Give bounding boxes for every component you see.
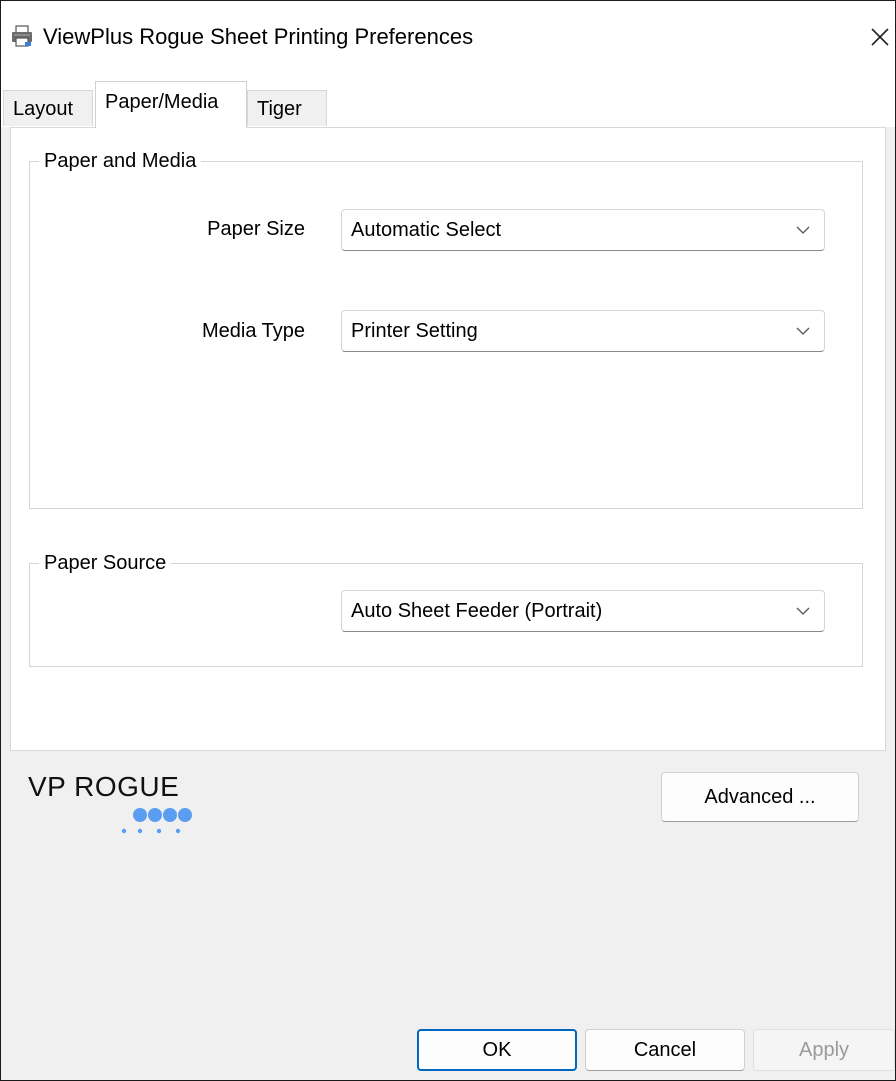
close-icon[interactable]: [861, 15, 895, 55]
ok-button[interactable]: OK: [417, 1029, 577, 1071]
chevron-down-icon: [796, 607, 810, 615]
window-title: ViewPlus Rogue Sheet Printing Preference…: [43, 24, 474, 49]
paper-source-dropdown[interactable]: Auto Sheet Feeder (Portrait): [341, 590, 825, 632]
printer-icon: [12, 25, 32, 47]
paper-size-label: Paper Size: [207, 218, 305, 240]
printing-preferences-dialog: ViewPlus Rogue Sheet Printing Preference…: [0, 0, 896, 1081]
logo-dots-icon: [121, 808, 192, 834]
paper-source-value: Auto Sheet Feeder (Portrait): [351, 600, 603, 622]
chevron-down-icon: [796, 327, 810, 335]
paper-and-media-group-label: Paper and Media: [39, 148, 202, 174]
tab-paper-media[interactable]: Paper/Media: [95, 81, 247, 128]
cancel-button[interactable]: Cancel: [585, 1029, 745, 1071]
title-bar: ViewPlus Rogue Sheet Printing Preference…: [1, 1, 895, 77]
paper-size-dropdown[interactable]: Automatic Select: [341, 209, 825, 251]
tab-panel: Paper and Media Paper Size Automatic Sel…: [10, 127, 886, 751]
media-type-value: Printer Setting: [351, 320, 478, 342]
media-type-dropdown[interactable]: Printer Setting: [341, 310, 825, 352]
media-type-label: Media Type: [201, 320, 305, 342]
vp-rogue-logo: VP ROGUE: [28, 771, 228, 851]
paper-source-group-label: Paper Source: [39, 550, 172, 576]
tab-layout[interactable]: Layout: [3, 90, 93, 126]
apply-button[interactable]: Apply: [753, 1029, 895, 1071]
paper-size-value: Automatic Select: [351, 219, 502, 241]
advanced-button[interactable]: Advanced ...: [661, 772, 859, 822]
chevron-down-icon: [796, 226, 810, 234]
tab-tiger[interactable]: Tiger: [247, 90, 327, 126]
